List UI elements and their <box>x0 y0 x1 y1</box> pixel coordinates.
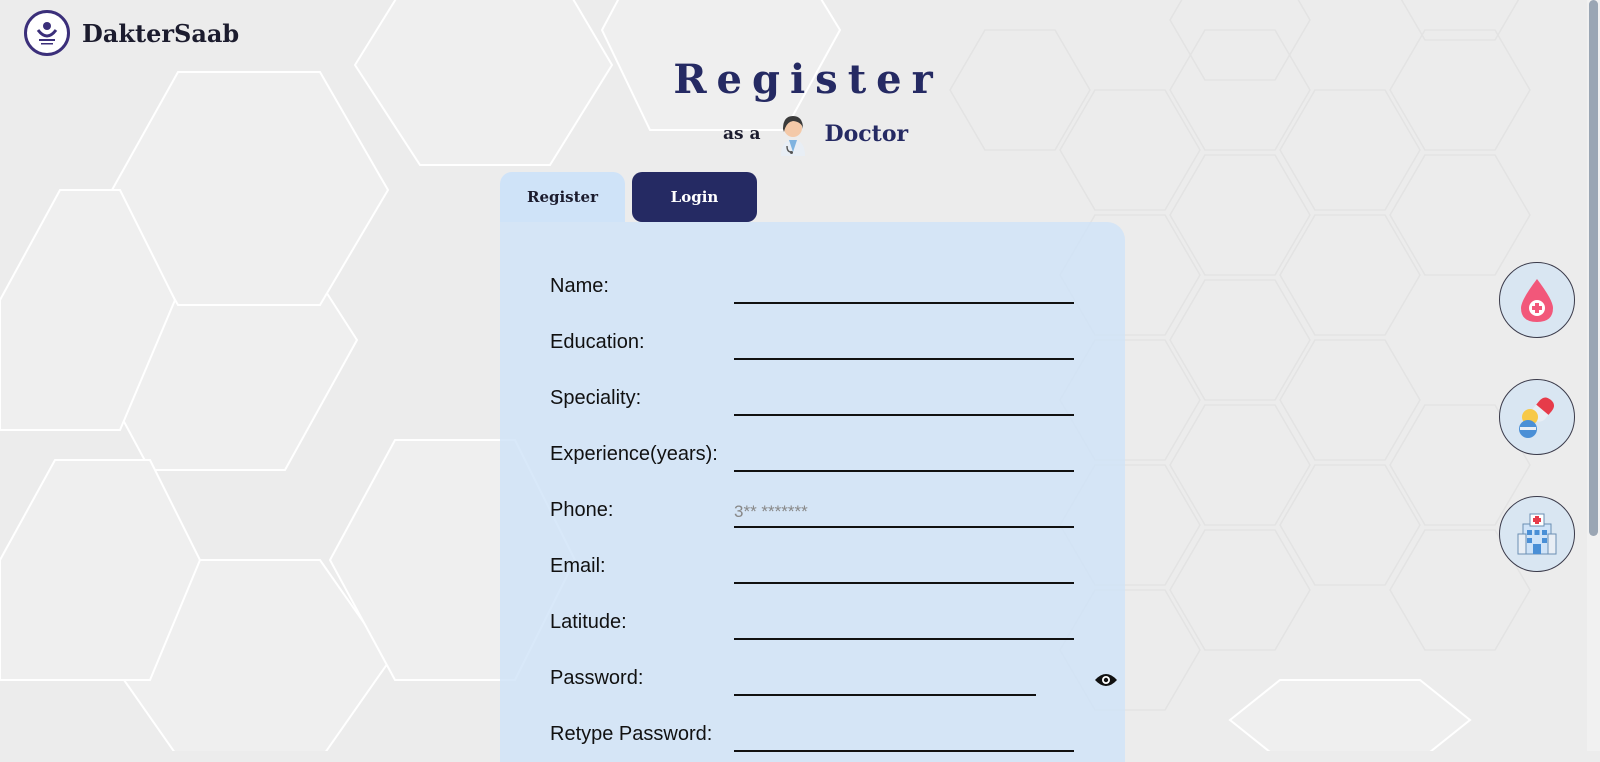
form-row-name: Name: <box>550 264 1075 304</box>
doctor-icon <box>780 116 805 156</box>
latitude-label: Latitude: <box>550 611 627 633</box>
retype-password-input[interactable] <box>734 722 1074 752</box>
blood-bank-button[interactable] <box>1499 262 1575 338</box>
hospital-button[interactable] <box>1499 496 1575 572</box>
password-input[interactable] <box>734 666 1036 696</box>
page-title: Register <box>673 56 943 103</box>
retype-password-label: Retype Password: <box>550 723 713 745</box>
pharmacy-button[interactable] <box>1499 379 1575 455</box>
form-row-latitude: Latitude: <box>550 600 1075 640</box>
logo-icon <box>24 10 70 56</box>
blood-drop-icon <box>1521 279 1553 322</box>
scrollbar-thumb[interactable] <box>1589 0 1598 536</box>
subtitle-role: Doctor <box>824 121 909 147</box>
experience-label: Experience(years): <box>550 443 718 465</box>
form-row-speciality: Speciality: <box>550 376 1075 416</box>
experience-input[interactable] <box>734 442 1074 472</box>
phone-label: Phone: <box>550 499 614 521</box>
form-row-phone: Phone: <box>550 488 1075 528</box>
hospital-icon <box>1517 513 1557 555</box>
subtitle-prefix: as a <box>723 124 761 144</box>
tab-login[interactable]: Login <box>632 172 757 222</box>
speciality-input[interactable] <box>734 386 1074 416</box>
education-input[interactable] <box>734 330 1074 360</box>
email-input[interactable] <box>734 554 1074 584</box>
form-row-experience: Experience(years): <box>550 432 1075 472</box>
email-label: Email: <box>550 555 606 577</box>
name-label: Name: <box>550 275 609 297</box>
form-row-education: Education: <box>550 320 1075 360</box>
registration-form: Name: Education: Speciality: Experience(… <box>500 222 1125 762</box>
form-row-password: Password: <box>550 656 1117 696</box>
latitude-input[interactable] <box>734 610 1074 640</box>
pills-icon <box>1519 397 1555 438</box>
name-input[interactable] <box>734 274 1074 304</box>
speciality-label: Speciality: <box>550 387 642 409</box>
phone-input[interactable] <box>734 498 1074 528</box>
brand[interactable]: DakterSaab <box>24 10 239 56</box>
education-label: Education: <box>550 331 645 353</box>
tab-register[interactable]: Register <box>500 172 625 222</box>
page-subtitle: as a Doctor <box>700 112 908 156</box>
form-row-email: Email: <box>550 544 1075 584</box>
form-row-retype-password: Retype Password: <box>550 712 1075 752</box>
brand-name: DakterSaab <box>82 18 240 48</box>
eye-icon[interactable] <box>1094 672 1118 688</box>
password-label: Password: <box>550 667 644 689</box>
